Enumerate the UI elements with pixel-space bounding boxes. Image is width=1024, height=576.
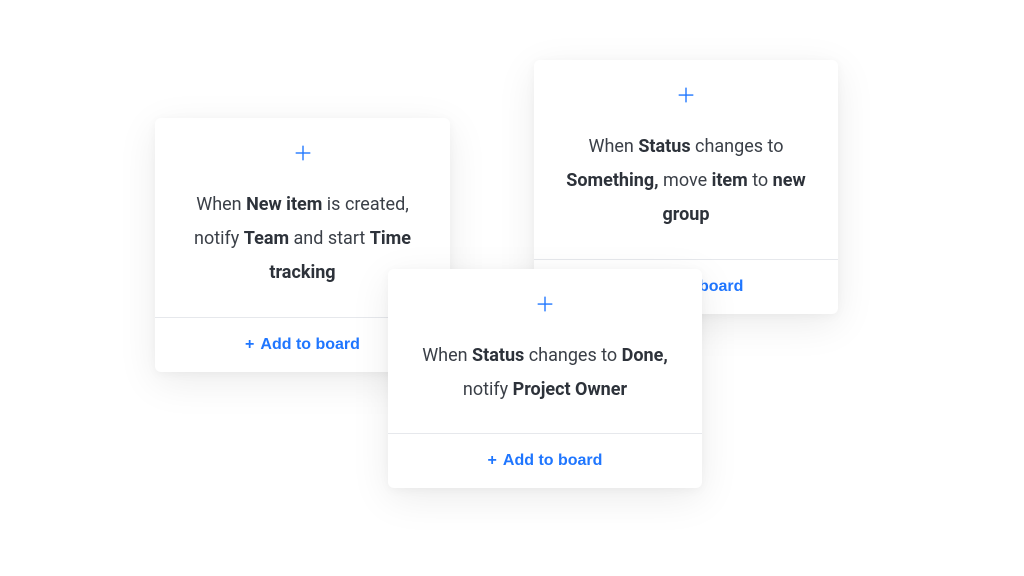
card-header	[155, 118, 450, 180]
add-to-board-label: Add to board	[260, 336, 360, 354]
plus-icon	[534, 293, 556, 319]
plus-icon: +	[245, 336, 254, 354]
plus-icon	[675, 84, 697, 110]
automation-card: When Status changes to Done, notify Proj…	[388, 269, 702, 488]
add-to-board-label: Add to board	[503, 452, 603, 470]
add-to-board-button[interactable]: + Add to board	[488, 452, 603, 470]
plus-icon: +	[488, 452, 497, 470]
add-to-board-button[interactable]: + Add to board	[245, 336, 360, 354]
automation-rule-text: When Status changes to Done, notify Proj…	[388, 331, 702, 433]
card-header	[534, 60, 838, 122]
card-header	[388, 269, 702, 331]
plus-icon	[292, 142, 314, 168]
card-footer: + Add to board	[388, 433, 702, 488]
automation-rule-text: When Status changes to Something, move i…	[534, 122, 838, 259]
